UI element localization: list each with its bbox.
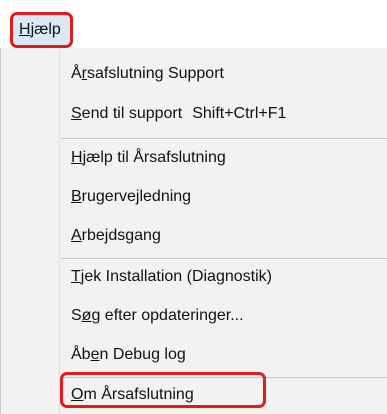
icon-gutter-separator (59, 48, 60, 414)
menu-help[interactable]: Hjælp (10, 12, 73, 48)
menu-item-shortcut: Shift+Ctrl+F1 (192, 105, 287, 122)
menu-item-check-installation[interactable]: Tjek Installation (Diagnostik) (71, 266, 272, 288)
help-dropdown-menu: Årsafslutning Support Send til support Sh… (0, 48, 387, 414)
about-highlight-annotation (60, 372, 266, 408)
menu-help-label: jælp (30, 21, 61, 38)
menu-help-mnemonic: H (19, 21, 31, 38)
menu-bar: Hjælp (0, 0, 387, 48)
menu-item-check-updates[interactable]: Søg efter opdateringer... (71, 305, 244, 327)
menu-item-workflow[interactable]: Arbejdsgang (71, 225, 161, 247)
menu-item-support[interactable]: Årsafslutning Support (71, 63, 224, 85)
menu-item-send-to-support[interactable]: Send til support Shift+Ctrl+F1 (71, 103, 286, 125)
menu-item-help-topics[interactable]: Hjælp til Årsafslutning (71, 147, 226, 169)
menu-separator (61, 138, 387, 139)
menu-item-open-debug-log[interactable]: Åben Debug log (71, 344, 186, 366)
menu-separator (61, 258, 387, 259)
screen: ) Hjælp Årsafslutning Support Send til s… (0, 0, 387, 414)
menu-item-user-guide[interactable]: Brugervejledning (71, 186, 191, 208)
